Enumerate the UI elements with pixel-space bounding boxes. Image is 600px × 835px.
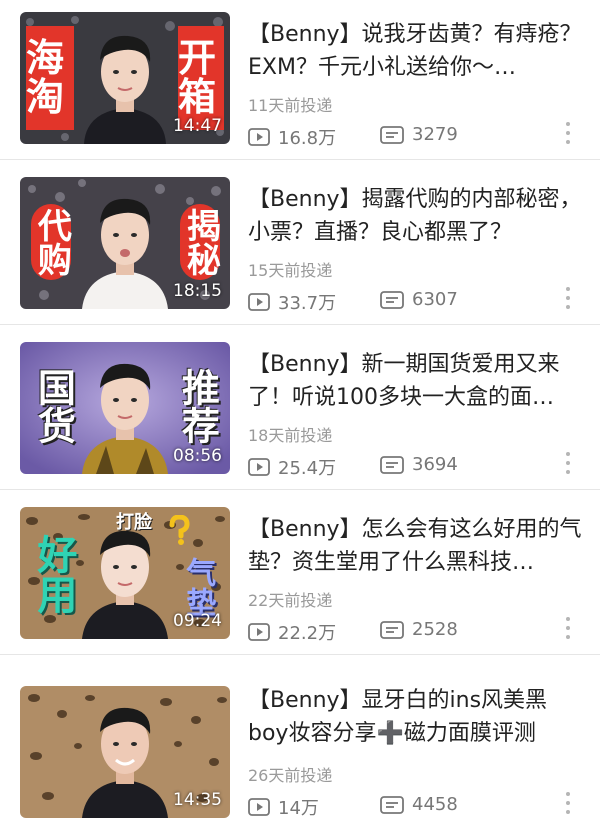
- video-duration: 14:35: [173, 790, 222, 810]
- video-card[interactable]: 海淘 开箱 14:47 【Benny】说我牙齿黄？有痔疮？EXM？千元小礼送给你…: [0, 0, 600, 160]
- play-count-icon: [248, 458, 270, 476]
- video-card[interactable]: 国货 推荐 08:56 【Benny】新一期国货爱用又来了！听说100多块一大盒…: [0, 330, 600, 490]
- play-count-value: 14万: [278, 798, 319, 819]
- comment-count-value: 4458: [412, 794, 458, 815]
- video-duration: 09:24: [173, 611, 222, 631]
- video-card[interactable]: 好用 气垫 打脸 09:24 【Benny】怎么会有这么好用的气垫？资生堂用了什…: [0, 495, 600, 655]
- more-vertical-icon[interactable]: [560, 448, 576, 478]
- more-vertical-icon[interactable]: [560, 788, 576, 818]
- comment-count-value: 3694: [412, 454, 458, 475]
- thumbnail-caption-top: 打脸: [116, 511, 152, 533]
- video-list: 海淘 开箱 14:47 【Benny】说我牙齿黄？有痔疮？EXM？千元小礼送给你…: [0, 0, 600, 835]
- play-count-icon: [248, 293, 270, 311]
- video-duration: 08:56: [173, 446, 222, 466]
- video-card[interactable]: 代购 揭秘 18:15 【Benny】揭露代购的内部秘密，小票？直播？良心都黑了…: [0, 165, 600, 325]
- play-count-icon: [248, 798, 270, 816]
- upload-time: 22天前投递: [248, 591, 333, 610]
- video-title[interactable]: 【Benny】显牙白的ins风美黑boy妆容分享➕磁力面膜评测: [248, 684, 583, 750]
- thumbnail-caption-left: 国货: [31, 368, 76, 444]
- comment-count-value: 2528: [412, 619, 458, 640]
- video-duration: 18:15: [173, 281, 222, 301]
- thumbnail-caption-right: 开箱: [178, 26, 224, 130]
- more-vertical-icon[interactable]: [560, 118, 576, 148]
- play-count: 25.4万: [248, 454, 336, 480]
- play-count-icon: [248, 128, 270, 146]
- video-thumbnail[interactable]: 14:35: [20, 686, 230, 818]
- video-title[interactable]: 【Benny】说我牙齿黄？有痔疮？EXM？千元小礼送给你～…: [248, 18, 583, 84]
- thumbnail-caption-left: 海淘: [26, 26, 74, 130]
- comment-count-value: 6307: [412, 289, 458, 310]
- video-thumbnail[interactable]: 好用 气垫 打脸 09:24: [20, 507, 230, 639]
- comment-count-icon: [380, 455, 404, 474]
- upload-time: 11天前投递: [248, 96, 333, 115]
- play-count-value: 25.4万: [278, 458, 337, 479]
- video-thumbnail[interactable]: 国货 推荐 08:56: [20, 342, 230, 474]
- video-thumbnail[interactable]: 海淘 开箱 14:47: [20, 12, 230, 144]
- play-count: 33.7万: [248, 289, 336, 315]
- more-vertical-icon[interactable]: [560, 283, 576, 313]
- comment-count-icon: [380, 290, 404, 309]
- thumbnail-caption-left: 代购: [28, 187, 74, 297]
- upload-time: 18天前投递: [248, 426, 333, 445]
- comment-count: 2528: [380, 619, 458, 640]
- presenter-figure: [82, 707, 168, 818]
- thumbnail-caption-left: 好用: [30, 534, 77, 614]
- video-title[interactable]: 【Benny】怎么会有这么好用的气垫？资生堂用了什么黑科技…: [248, 513, 583, 579]
- presenter-figure: [84, 35, 166, 144]
- comment-count-value: 3279: [412, 124, 458, 145]
- question-mark-icon: [169, 515, 190, 545]
- video-duration: 14:47: [173, 116, 222, 136]
- play-count: 22.2万: [248, 619, 336, 645]
- presenter-figure: [82, 530, 168, 639]
- comment-count-icon: [380, 620, 404, 639]
- video-card[interactable]: 14:35 【Benny】显牙白的ins风美黑boy妆容分享➕磁力面膜评测 26…: [0, 660, 600, 835]
- upload-time: 15天前投递: [248, 261, 333, 280]
- play-count: 14万: [248, 794, 319, 820]
- upload-time: 26天前投递: [248, 766, 333, 785]
- video-title[interactable]: 【Benny】新一期国货爱用又来了！听说100多块一大盒的面…: [248, 348, 583, 414]
- video-title[interactable]: 【Benny】揭露代购的内部秘密，小票？直播？良心都黑了？: [248, 183, 583, 249]
- comment-count-icon: [380, 795, 404, 814]
- presenter-figure: [82, 363, 168, 474]
- play-count-value: 16.8万: [278, 128, 337, 149]
- comment-count: 3694: [380, 454, 458, 475]
- presenter-figure: [82, 198, 168, 309]
- comment-count-icon: [380, 125, 404, 144]
- video-thumbnail[interactable]: 代购 揭秘 18:15: [20, 177, 230, 309]
- play-count-value: 22.2万: [278, 623, 337, 644]
- play-count-value: 33.7万: [278, 293, 337, 314]
- comment-count: 4458: [380, 794, 458, 815]
- play-count-icon: [248, 623, 270, 641]
- comment-count: 6307: [380, 289, 458, 310]
- more-vertical-icon[interactable]: [560, 613, 576, 643]
- play-count: 16.8万: [248, 124, 336, 150]
- comment-count: 3279: [380, 124, 458, 145]
